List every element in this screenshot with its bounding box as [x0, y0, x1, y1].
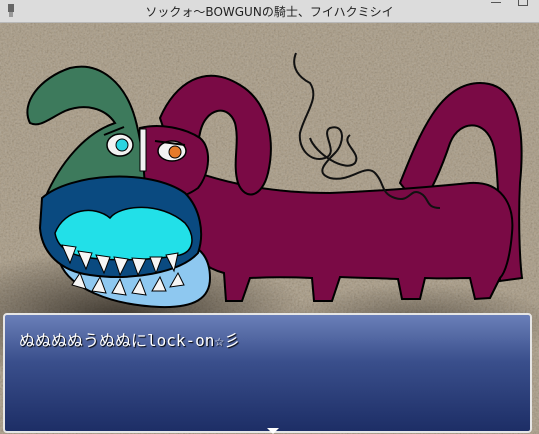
maximize-button[interactable]: [513, 0, 531, 8]
message-text: ぬぬぬぬうぬぬにlock-on☆彡: [19, 331, 241, 350]
monster-nose-bridge: [139, 128, 147, 172]
game-window: ソックォ〜BOWGUNの騎士、フイハクミシイ ぬぬぬぬうぬぬにlock-on☆彡: [0, 0, 539, 434]
minimize-button[interactable]: [487, 0, 505, 8]
title-bar[interactable]: ソックォ〜BOWGUNの騎士、フイハクミシイ: [0, 0, 539, 23]
window-title: ソックォ〜BOWGUNの騎士、フイハクミシイ: [145, 5, 394, 19]
continue-arrow-icon[interactable]: [267, 428, 279, 434]
message-window[interactable]: ぬぬぬぬうぬぬにlock-on☆彡: [3, 313, 532, 434]
monster-gums: [54, 206, 193, 261]
